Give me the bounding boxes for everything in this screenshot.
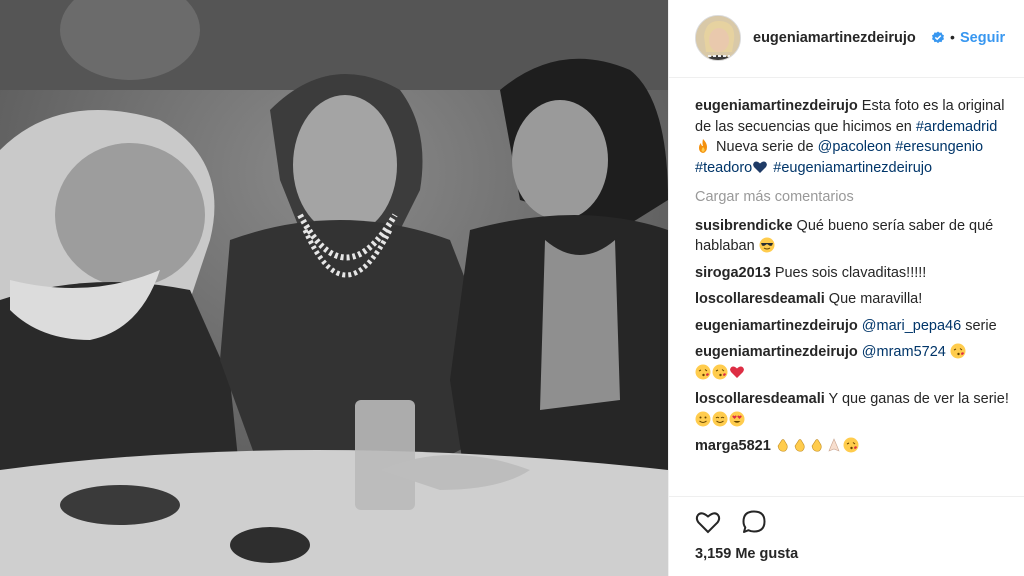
kiss-emoji	[950, 343, 966, 359]
comment-item: eugeniamartinezdeirujo @mari_pepa46 seri…	[695, 316, 1013, 337]
comment-bubble-icon[interactable]	[741, 509, 767, 535]
fire-emoji	[695, 138, 711, 154]
comment-item: loscollaresdeamali Que maravilla!	[695, 289, 1013, 310]
post-sidebar: eugeniamartinezdeirujo • Seguir eugeniam…	[668, 0, 1024, 576]
comment-text: Que maravilla!	[828, 291, 923, 307]
mention-link[interactable]: @mram5724	[862, 344, 946, 360]
post-caption: eugeniamartinezdeirujo Esta foto es la o…	[695, 96, 1013, 178]
vintage-photo-illustration	[0, 0, 668, 576]
comment-text: Y que ganas de ver la serie!	[828, 391, 1009, 407]
smile-emoji	[712, 411, 728, 427]
kiss-emoji	[712, 364, 728, 380]
hashtag-link[interactable]: #eresungenio	[895, 139, 983, 155]
folded-hands-emoji	[826, 437, 842, 453]
heart-outline-icon[interactable]	[695, 509, 721, 535]
clap-emoji	[809, 437, 825, 453]
clap-emoji	[775, 437, 791, 453]
comment-item: loscollaresdeamali Y que ganas de ver la…	[695, 389, 1013, 430]
comments-list[interactable]: eugeniamartinezdeirujo Esta foto es la o…	[695, 96, 1013, 496]
comment-username[interactable]: eugeniamartinezdeirujo	[695, 318, 858, 334]
comment-username[interactable]: marga5821	[695, 438, 771, 454]
separator-dot: •	[950, 29, 955, 45]
comment-username[interactable]: loscollaresdeamali	[695, 291, 825, 307]
post-actions-bar	[669, 496, 1024, 576]
smile-emoji	[695, 411, 711, 427]
sunglasses-emoji	[759, 237, 775, 253]
load-more-comments-button[interactable]: Cargar más comentarios	[695, 187, 1013, 208]
comment-text: Pues sois clavaditas!!!!!	[774, 264, 927, 281]
kiss-emoji	[843, 437, 859, 453]
likes-count[interactable]: 3,159 Me gusta	[695, 546, 798, 562]
comment-username[interactable]: siroga2013	[695, 265, 771, 281]
hashtag-link[interactable]: #ardemadrid	[916, 119, 997, 135]
red-heart-emoji	[729, 364, 745, 380]
comment-item: siroga2013 Pues sois clavaditas!!!!!	[695, 263, 1013, 284]
kiss-emoji	[695, 364, 711, 380]
comment-text: serie	[965, 317, 997, 334]
author-username[interactable]: eugeniamartinezdeirujo	[753, 30, 916, 46]
mention-link[interactable]: @pacoleon	[818, 139, 892, 155]
mention-link[interactable]: @mari_pepa46	[862, 318, 961, 334]
hashtag-link[interactable]: #eugeniamartinezdeirujo	[773, 160, 932, 176]
verified-badge-icon	[932, 31, 944, 44]
follow-button[interactable]: Seguir	[960, 30, 1005, 46]
hashtag-link[interactable]: #teadoro	[695, 160, 752, 176]
caption-text: Nueva serie de	[712, 139, 814, 155]
comment-username[interactable]: loscollaresdeamali	[695, 391, 825, 407]
comment-username[interactable]: susibrendicke	[695, 218, 793, 234]
comment-item: eugeniamartinezdeirujo @mram5724	[695, 342, 1013, 383]
post-header: eugeniamartinezdeirujo • Seguir	[669, 0, 1024, 78]
blue-heart-emoji	[752, 159, 768, 175]
post-photo	[0, 0, 668, 576]
author-avatar[interactable]	[695, 15, 741, 61]
comment-item: susibrendicke Qué bueno sería saber de q…	[695, 216, 1013, 257]
heart-eyes-emoji	[729, 411, 745, 427]
comment-username[interactable]: eugeniamartinezdeirujo	[695, 344, 858, 360]
clap-emoji	[792, 437, 808, 453]
caption-username[interactable]: eugeniamartinezdeirujo	[695, 98, 858, 114]
comment-item: marga5821	[695, 436, 1013, 457]
